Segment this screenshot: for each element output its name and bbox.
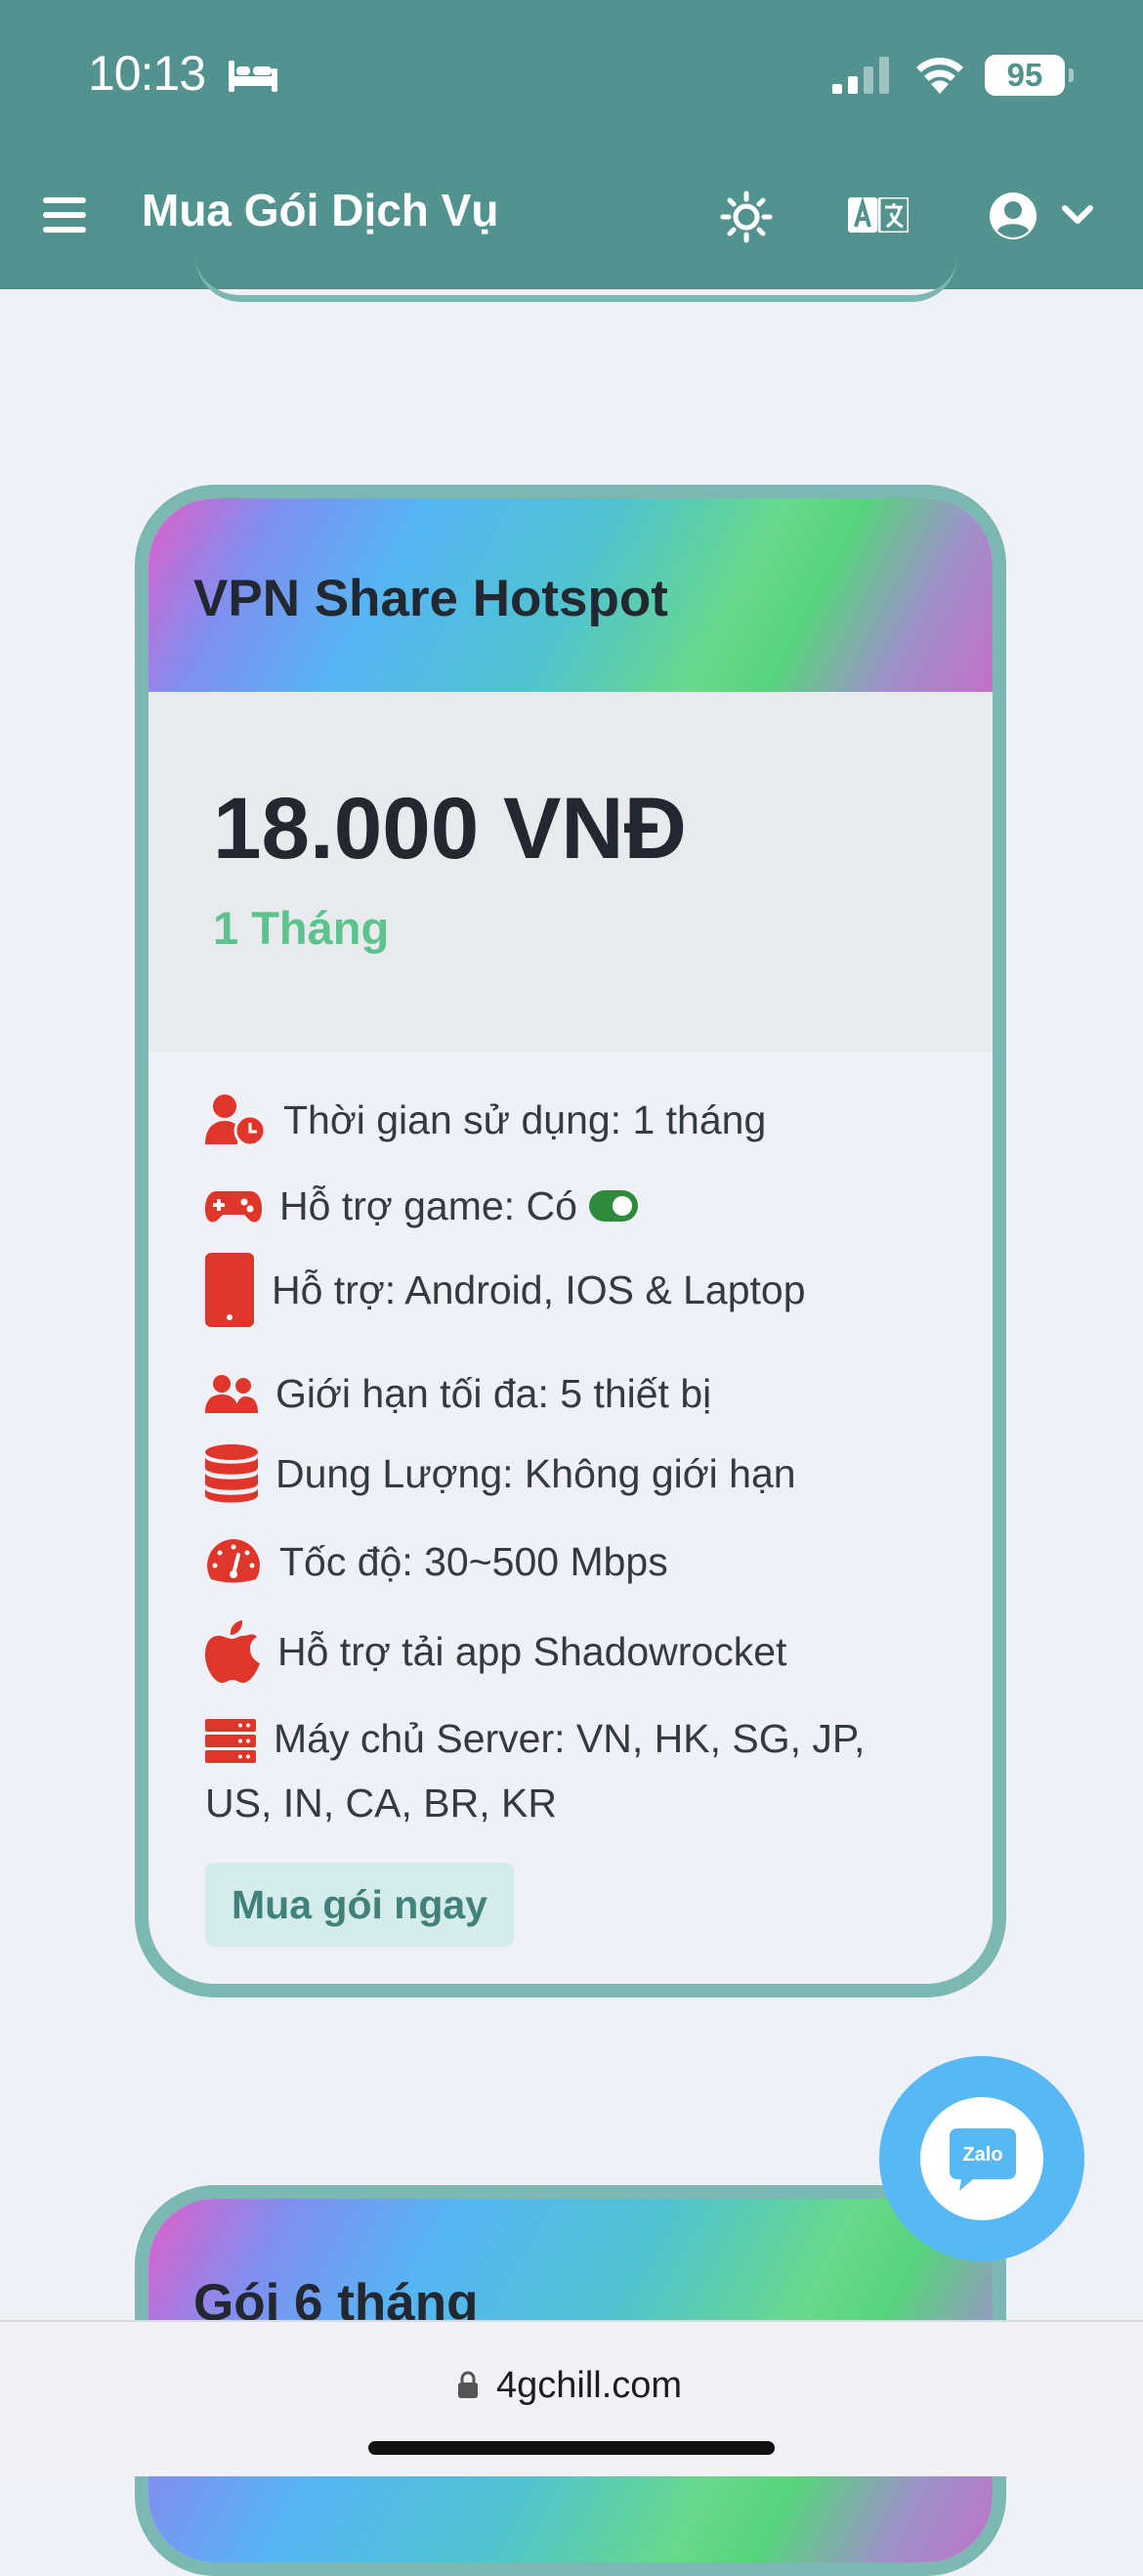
feature-text: Máy chủ Server: VN, HK, SG, JP, US, IN, … — [205, 1716, 866, 1825]
database-icon — [205, 1444, 258, 1503]
translate-icon[interactable] — [848, 197, 909, 233]
lock-icon — [458, 2371, 478, 2398]
zalo-chat-button[interactable]: Zalo — [879, 2056, 1084, 2261]
gamepad-icon — [205, 1191, 262, 1223]
account-icon[interactable] — [989, 192, 1037, 240]
users-icon — [205, 1375, 258, 1414]
wifi-icon — [916, 58, 963, 94]
url-text[interactable]: 4gchill.com — [496, 2365, 682, 2407]
feature-text: Tốc độ: 30~500 Mbps — [279, 1539, 668, 1585]
feature-text: Giới hạn tối đa: 5 thiết bị — [275, 1371, 712, 1417]
speedometer-icon — [207, 1539, 260, 1583]
feature-item: Hỗ trợ game: Có — [205, 1171, 638, 1238]
package-price: 18.000 VNĐ — [213, 779, 687, 877]
package-duration: 1 Tháng — [213, 902, 390, 954]
menu-icon[interactable] — [43, 195, 86, 235]
feature-item: Hỗ trợ: Android, IOS & Laptop — [205, 1253, 806, 1327]
buy-now-button[interactable]: Mua gói ngay — [205, 1863, 514, 1947]
zalo-label: Zalo — [962, 2144, 1002, 2166]
previous-card-edge — [195, 256, 957, 302]
apple-icon — [205, 1620, 260, 1684]
page-title: Mua Gói Dịch Vụ — [142, 185, 499, 236]
server-icon — [205, 1719, 256, 1764]
user-clock-icon — [205, 1095, 266, 1147]
feature-text: Hỗ trợ game: Có — [279, 1183, 577, 1229]
card-header: VPN Share Hotspot — [148, 498, 993, 692]
home-indicator — [368, 2441, 775, 2455]
cellular-signal-icon — [832, 57, 889, 94]
feature-item: Giới hạn tối đa: 5 thiết bị — [205, 1358, 711, 1426]
mobile-icon — [205, 1253, 254, 1327]
feature-item: Máy chủ Server: VN, HK, SG, JP, US, IN, … — [205, 1706, 928, 1835]
toggle-on-icon — [588, 1190, 638, 1223]
package-title: VPN Share Hotspot — [193, 570, 668, 627]
battery-indicator: 95 — [985, 55, 1065, 96]
battery-cap — [1069, 68, 1074, 82]
feature-item: Hỗ trợ tải app Shadowrocket — [205, 1616, 786, 1684]
app-header: 10:13 95 Mua Gói Dịch Vụ — [0, 0, 1143, 289]
status-time: 10:13 — [88, 46, 206, 101]
zalo-button-inner: Zalo — [920, 2097, 1043, 2220]
feature-text: Thời gian sử dụng: 1 tháng — [283, 1097, 767, 1143]
feature-item: Thời gian sử dụng: 1 tháng — [205, 1085, 766, 1152]
feature-item: Dung Lượng: Không giới hạn — [205, 1438, 796, 1506]
zalo-chat-icon: Zalo — [950, 2128, 1016, 2191]
price-section: 18.000 VNĐ 1 Tháng — [148, 692, 993, 1052]
browser-address-bar[interactable]: 4gchill.com — [0, 2320, 1143, 2476]
bed-icon — [229, 61, 277, 92]
feature-text: Hỗ trợ tải app Shadowrocket — [277, 1629, 787, 1675]
theme-toggle-icon[interactable] — [719, 190, 774, 244]
feature-item: Tốc độ: 30~500 Mbps — [205, 1526, 668, 1594]
package-card: VPN Share Hotspot 18.000 VNĐ 1 Tháng Thờ… — [135, 485, 1006, 1997]
chevron-down-icon[interactable] — [1061, 203, 1094, 227]
feature-text: Dung Lượng: Không giới hạn — [275, 1451, 796, 1497]
feature-text: Hỗ trợ: Android, IOS & Laptop — [272, 1267, 806, 1312]
